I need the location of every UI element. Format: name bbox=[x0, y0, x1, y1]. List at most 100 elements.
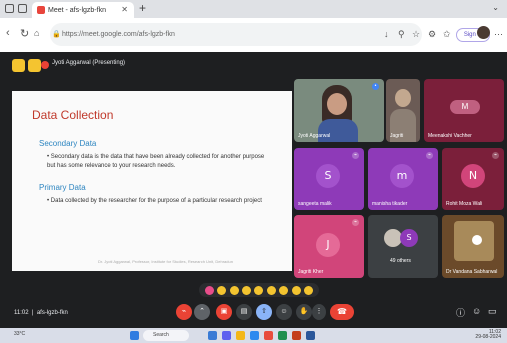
presenting-label: Jyoti Aggarwal (Presenting) bbox=[52, 60, 126, 66]
mic-options-button[interactable]: ⌃ bbox=[194, 304, 210, 320]
mic-muted-icon: ⌁ bbox=[352, 152, 359, 159]
taskbar-search[interactable]: Search bbox=[143, 330, 189, 341]
participant-tile[interactable]: Jagriti bbox=[386, 79, 420, 142]
mic-muted-icon: ⌁ bbox=[352, 219, 359, 226]
meeting-info: 11:02 | afs-lgzb-fkn bbox=[14, 310, 68, 316]
thumbs-down-reaction-icon[interactable] bbox=[304, 285, 314, 295]
presenting-indicator-icon bbox=[41, 61, 49, 69]
thinking-reaction-icon[interactable] bbox=[291, 285, 301, 295]
teams-icon[interactable] bbox=[222, 331, 231, 340]
edge-icon[interactable] bbox=[250, 331, 259, 340]
participant-face bbox=[472, 235, 482, 245]
tab-group-icon[interactable] bbox=[18, 4, 27, 13]
browser-address-bar: ‹ ↻ ⌂ 🔒 https://meet.google.com/afs-lgzb… bbox=[0, 18, 507, 52]
thumbs-up-reaction-icon[interactable] bbox=[217, 285, 227, 295]
windows-taskbar: 33°C Search 11:02 29-08-2024 bbox=[0, 328, 507, 343]
reload-icon[interactable]: ↻ bbox=[20, 27, 29, 40]
presentation-slide: Data Collection Secondary Data • Seconda… bbox=[12, 91, 292, 271]
weather-widget[interactable]: 33°C bbox=[14, 331, 25, 337]
slide-title: Data Collection bbox=[32, 108, 114, 122]
zoom-icon[interactable]: ⚲ bbox=[398, 29, 405, 40]
clap-reaction-icon[interactable] bbox=[242, 285, 252, 295]
reactions-bar bbox=[199, 283, 319, 297]
file-explorer-icon[interactable] bbox=[236, 331, 245, 340]
participant-name: sangeeta malik bbox=[298, 201, 332, 207]
meet-favicon-icon bbox=[37, 6, 45, 14]
surprised-reaction-icon[interactable] bbox=[266, 285, 276, 295]
back-icon[interactable]: ‹ bbox=[6, 27, 10, 39]
home-icon[interactable]: ⌂ bbox=[34, 28, 39, 38]
browser-tab-bar: Meet - afs-lgzb-fkn ✕ + ⌄ bbox=[0, 0, 507, 18]
tab-search-chevron-icon[interactable]: ⌄ bbox=[492, 3, 499, 12]
participant-name: Jagriti bbox=[390, 133, 404, 139]
download-icon[interactable]: ↓ bbox=[384, 29, 389, 39]
url-text: https://meet.google.com/afs-lgzb-fkn bbox=[62, 31, 175, 38]
leave-call-button[interactable]: ☎ bbox=[330, 304, 354, 320]
tab-close-icon[interactable]: ✕ bbox=[121, 5, 128, 14]
word-icon[interactable] bbox=[306, 331, 315, 340]
taskbar-clock[interactable]: 11:02 29-08-2024 bbox=[475, 330, 501, 340]
lock-icon: 🔒 bbox=[52, 31, 61, 38]
heart-reaction-icon[interactable] bbox=[204, 285, 214, 295]
chrome-icon[interactable] bbox=[264, 331, 273, 340]
raise-hand-button[interactable]: ✋ bbox=[296, 304, 312, 320]
pin-icon[interactable] bbox=[28, 59, 41, 72]
people-icon[interactable]: ☺ bbox=[472, 306, 481, 316]
browser-tab-meet[interactable]: Meet - afs-lgzb-fkn ✕ bbox=[32, 2, 134, 18]
bullet-secondary: • Secondary data is the data that have b… bbox=[47, 154, 265, 169]
participant-name: Meenakshi Vachher bbox=[428, 133, 472, 139]
powerpoint-icon[interactable] bbox=[292, 331, 301, 340]
layout-icon[interactable] bbox=[12, 59, 25, 72]
section-heading-primary: Primary Data bbox=[39, 183, 86, 192]
more-menu-icon[interactable]: ⋯ bbox=[494, 29, 503, 40]
speaking-icon: • bbox=[372, 83, 379, 90]
excel-icon[interactable] bbox=[278, 331, 287, 340]
participant-name: Jagriti Kher bbox=[298, 269, 324, 275]
url-field[interactable]: 🔒 https://meet.google.com/afs-lgzb-fkn bbox=[50, 23, 422, 46]
bullet-primary: • Data collected by the researcher for t… bbox=[47, 198, 262, 204]
participant-face bbox=[327, 93, 347, 115]
meeting-details-icon[interactable]: ⓘ bbox=[456, 306, 465, 319]
participant-tile[interactable]: S ⌁ sangeeta malik bbox=[294, 148, 364, 210]
more-options-button[interactable]: ⋮ bbox=[312, 304, 326, 320]
others-avatar: S bbox=[400, 229, 418, 247]
start-button-icon[interactable] bbox=[130, 331, 139, 340]
meet-top-strip: Jyoti Aggarwal (Presenting) bbox=[0, 58, 507, 74]
meeting-code: afs-lgzb-fkn bbox=[36, 310, 68, 316]
reactions-button[interactable]: ☺ bbox=[276, 304, 292, 320]
clock-date: 29-08-2024 bbox=[475, 334, 501, 340]
profile-avatar[interactable] bbox=[477, 26, 490, 39]
others-tile[interactable]: S 49 others bbox=[368, 215, 438, 278]
bookmark-star-icon[interactable]: ☆ bbox=[412, 29, 420, 40]
slide-footer: Dr. Jyoti Aggarwal, Professor, Institute… bbox=[98, 259, 233, 264]
mic-toggle-button[interactable]: ⌁ bbox=[176, 304, 192, 320]
window-menu-icon[interactable] bbox=[5, 4, 14, 13]
participant-avatar: m bbox=[390, 164, 414, 188]
participant-face bbox=[395, 89, 411, 107]
camera-toggle-button[interactable]: ▣ bbox=[216, 304, 232, 320]
laugh-reaction-icon[interactable] bbox=[254, 285, 264, 295]
mic-muted-icon: ⌁ bbox=[492, 152, 499, 159]
extensions-icon[interactable]: ⚙ bbox=[428, 29, 436, 40]
participant-tile[interactable]: M Meenakshi Vachher bbox=[424, 79, 504, 142]
participant-tile[interactable]: J ⌁ Jagriti Kher bbox=[294, 215, 364, 278]
favorites-icon[interactable]: ✩ bbox=[443, 29, 451, 40]
meet-control-bar: 11:02 | afs-lgzb-fkn ⌁ ⌃ ▣ ▤ ⇧ ☺ ✋ ⋮ ☎ ⓘ… bbox=[0, 300, 507, 328]
participant-name: Rohit Moza Wali bbox=[446, 201, 483, 207]
party-reaction-icon[interactable] bbox=[229, 285, 239, 295]
task-view-icon[interactable] bbox=[208, 331, 217, 340]
participant-name: Jyoti Aggarwal bbox=[298, 133, 331, 139]
participant-tile[interactable]: N ⌁ Rohit Moza Wali bbox=[442, 148, 504, 210]
participant-avatar: N bbox=[461, 164, 485, 188]
new-tab-button[interactable]: + bbox=[139, 1, 146, 15]
participant-tile[interactable]: • Jyoti Aggarwal bbox=[294, 79, 384, 142]
participant-avatar: M bbox=[450, 100, 480, 114]
present-button[interactable]: ⇧ bbox=[256, 304, 272, 320]
mic-muted-icon: ⌁ bbox=[426, 152, 433, 159]
chat-icon[interactable]: ▭ bbox=[488, 306, 497, 317]
participant-avatar: S bbox=[316, 164, 340, 188]
participant-tile[interactable]: Dr Vandana Sabharwal bbox=[442, 215, 504, 278]
participant-tile[interactable]: m ⌁ manisha tikader bbox=[368, 148, 438, 210]
sad-reaction-icon[interactable] bbox=[279, 285, 289, 295]
captions-button[interactable]: ▤ bbox=[236, 304, 252, 320]
